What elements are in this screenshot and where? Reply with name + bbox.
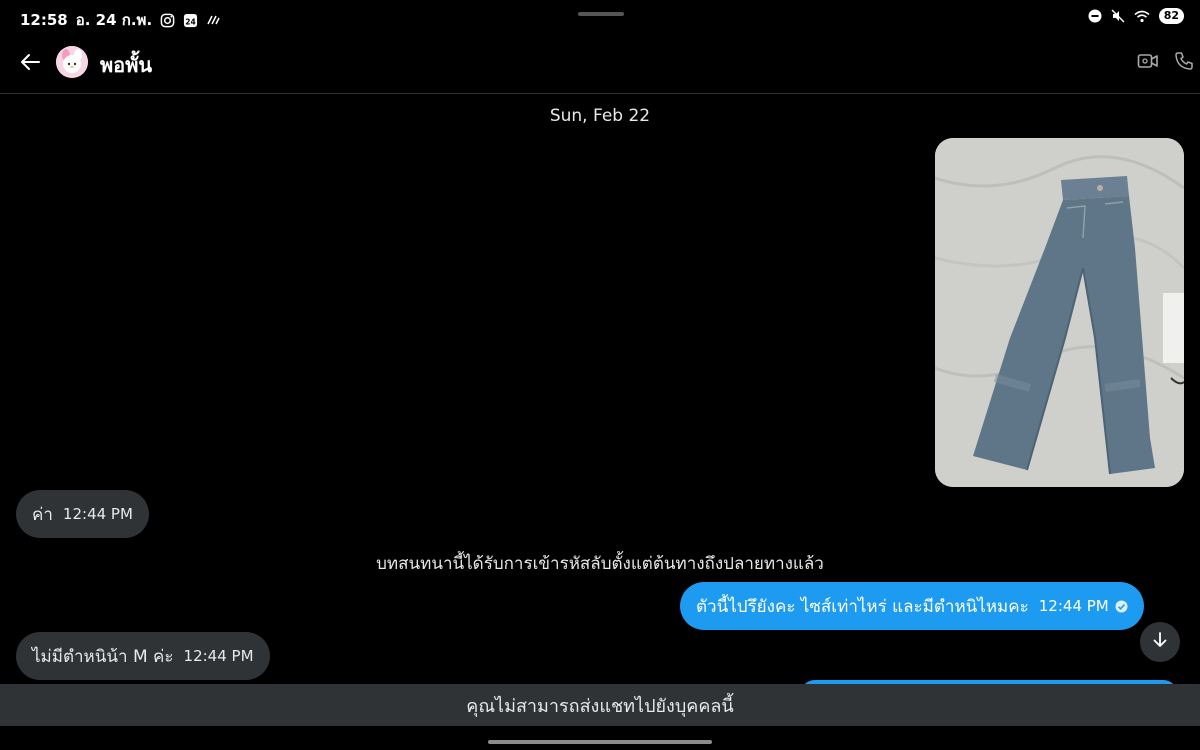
top-handle xyxy=(578,12,624,16)
message-text: ตัวนี้ไปรึยังคะ ไซส์เท่าไหร่ และมีตำหนิไ… xyxy=(696,596,1029,617)
video-call-button[interactable] xyxy=(1136,51,1160,75)
mute-icon xyxy=(1111,9,1125,23)
scroll-to-bottom-button[interactable] xyxy=(1140,622,1180,662)
arrow-down-icon xyxy=(1151,631,1169,653)
home-gesture-handle[interactable] xyxy=(488,740,712,744)
cannot-message-banner: คุณไม่สามารถส่งแชทไปยังบุคคลนี้ xyxy=(0,684,1200,726)
sent-check-icon xyxy=(1115,600,1128,613)
message-text: ค่า xyxy=(32,504,53,525)
status-time: 12:58 xyxy=(20,11,68,29)
jeans-photo xyxy=(935,138,1184,487)
system-nav-bar xyxy=(0,726,1200,750)
photo-message[interactable] xyxy=(935,138,1184,487)
incoming-message[interactable]: ค่า 12:44 PM xyxy=(16,490,149,538)
avatar[interactable] xyxy=(56,46,88,78)
battery-icon: 82 xyxy=(1158,8,1184,24)
outgoing-message[interactable]: ตัวนี้ไปรึยังคะ ไซส์เท่าไหร่ และมีตำหนิไ… xyxy=(680,582,1144,630)
cannot-message-text: คุณไม่สามารถส่งแชทไปยังบุคคลนี้ xyxy=(466,695,734,717)
status-right: 82 xyxy=(1088,8,1184,24)
message-time: 12:44 PM xyxy=(183,647,254,665)
incoming-message[interactable]: ไม่มีตำหนิน้า M ค่ะ 12:44 PM xyxy=(16,632,270,680)
signal-lines-icon xyxy=(206,14,220,26)
message-text: ไม่มีตำหนิน้า M ค่ะ xyxy=(32,646,174,667)
date-separator: Sun, Feb 22 xyxy=(549,106,651,126)
video-call-icon xyxy=(1137,52,1159,74)
calendar-icon: 24 xyxy=(183,13,198,28)
contact-name[interactable]: พอพั้น xyxy=(100,49,152,81)
chat-header: พอพั้น xyxy=(0,36,1200,94)
status-bar: 12:58 อ. 24 ก.พ. 24 82 xyxy=(0,0,1200,36)
status-left: 12:58 อ. 24 ก.พ. 24 xyxy=(20,8,220,32)
arrow-left-icon xyxy=(19,51,41,77)
do-not-disturb-icon xyxy=(1088,9,1102,23)
calendar-badge: 24 xyxy=(185,17,195,26)
instagram-icon xyxy=(160,13,175,28)
message-time: 12:44 PM xyxy=(1038,597,1109,615)
status-date: อ. 24 ก.พ. xyxy=(75,11,153,29)
phone-call-button[interactable] xyxy=(1172,51,1196,75)
wifi-icon xyxy=(1134,10,1150,23)
message-time: 12:44 PM xyxy=(62,505,133,523)
encryption-notice: บทสนทนานี้ได้รับการเข้ารหัสลับตั้งแต่ต้น… xyxy=(376,554,824,574)
phone-icon xyxy=(1174,51,1194,75)
back-button[interactable] xyxy=(16,50,44,78)
